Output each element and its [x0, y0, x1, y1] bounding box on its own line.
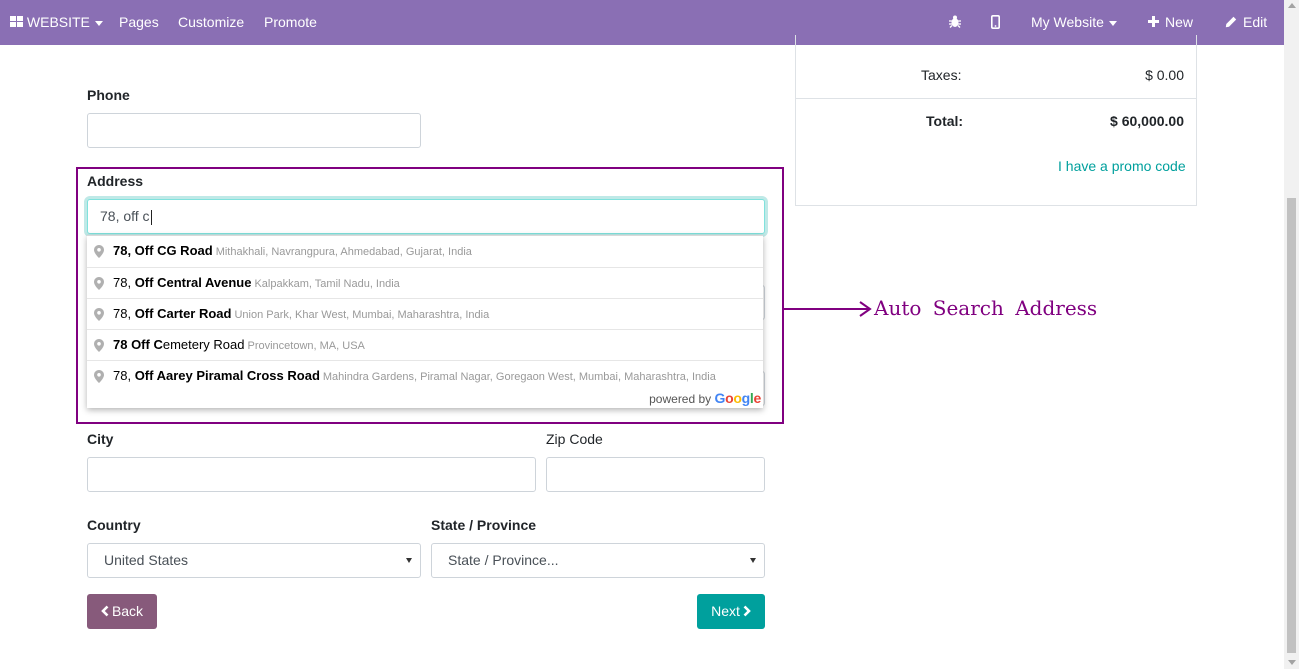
autocomplete-item[interactable]: 78, Off Aarey Piramal Cross Road Mahindra… [87, 360, 763, 391]
map-pin-icon [94, 370, 104, 383]
state-label: State / Province [431, 517, 537, 533]
scroll-down-arrow-icon[interactable] [1288, 660, 1296, 665]
menu-customize[interactable]: Customize [178, 0, 244, 45]
bug-icon [949, 15, 961, 29]
map-pin-icon [94, 277, 104, 290]
menu-pages[interactable]: Pages [119, 0, 159, 45]
item-prefix: 78, [113, 368, 135, 383]
taxes-label: Taxes: [921, 67, 962, 83]
grid-icon [10, 16, 23, 28]
back-button-label: Back [111, 603, 144, 619]
chevron-down-icon [94, 20, 103, 26]
website-menu-label: WEBSITE [26, 14, 90, 30]
website-menu[interactable]: WEBSITE [10, 0, 103, 45]
summary-divider [796, 98, 1196, 99]
promo-code-link[interactable]: I have a promo code [1058, 158, 1186, 174]
chevron-right-icon [743, 605, 751, 617]
item-match: 78 Off C [113, 337, 163, 352]
taxes-value: $ 0.00 [1145, 67, 1184, 83]
total-value: $ 60,000.00 [1110, 113, 1184, 129]
item-prefix: 78, [113, 306, 135, 321]
google-logo: Google [714, 390, 762, 406]
map-pin-icon [94, 308, 104, 321]
phone-field[interactable] [87, 113, 421, 148]
scrollbar-thumb[interactable] [1287, 198, 1296, 653]
state-select-value: State / Province... [448, 552, 559, 568]
address-field-value: 78, off c [100, 208, 150, 224]
item-secondary: Provincetown, MA, USA [247, 340, 365, 352]
item-match: Off Aarey Piramal Cross Road [134, 368, 320, 383]
powered-by-text: powered by [649, 392, 712, 406]
autocomplete-item[interactable]: 78, Off CG Road Mithakhali, Navrangpura, … [87, 236, 763, 267]
total-label: Total: [926, 113, 964, 129]
autocomplete-item[interactable]: 78 Off Cemetery Road Provincetown, MA, US… [87, 329, 763, 360]
chevron-down-icon [1108, 20, 1117, 26]
mobile-icon [991, 14, 1001, 29]
item-rest: emetery Road [162, 337, 245, 352]
autocomplete-item[interactable]: 78, Off Central Avenue Kalpakkam, Tamil N… [87, 267, 763, 298]
menu-promote[interactable]: Promote [264, 0, 317, 45]
pencil-icon [1225, 16, 1237, 27]
item-match: 78, Off CG Road [113, 243, 213, 258]
back-button[interactable]: Back [87, 594, 157, 629]
address-field[interactable]: 78, off c [87, 199, 765, 234]
edit-button-label: Edit [1243, 14, 1268, 30]
next-button-label: Next [711, 603, 740, 619]
city-field[interactable] [87, 457, 536, 492]
item-prefix: 78, [113, 275, 135, 290]
country-select[interactable]: United States [87, 543, 421, 578]
country-label: Country [87, 517, 141, 533]
site-selector-label: My Website [1031, 14, 1104, 30]
plus-icon [1148, 16, 1159, 28]
map-pin-icon [94, 245, 104, 258]
item-match: Off Central Avenue [134, 275, 252, 290]
new-button-label: New [1165, 14, 1194, 30]
annotation-text: Auto Search Address [874, 296, 1098, 320]
item-secondary: Union Park, Khar West, Mumbai, Maharasht… [234, 309, 490, 321]
item-secondary: Mithakhali, Navrangpura, Ahmedabad, Guja… [215, 246, 472, 258]
annotation-arrow [784, 301, 872, 317]
phone-label: Phone [87, 87, 130, 103]
powered-by-google: powered by Google [649, 390, 761, 406]
item-match: Off Carter Road [134, 306, 232, 321]
caret-down-icon [406, 558, 412, 563]
country-select-value: United States [104, 552, 189, 568]
next-button[interactable]: Next [697, 594, 765, 629]
item-secondary: Mahindra Gardens, Piramal Nagar, Goregao… [322, 371, 716, 383]
city-label: City [87, 431, 114, 447]
caret-down-icon [750, 558, 756, 563]
chevron-left-icon [101, 605, 109, 617]
scroll-up-arrow-icon[interactable] [1288, 3, 1296, 8]
state-select[interactable]: State / Province... [431, 543, 765, 578]
edit-button[interactable]: Edit [1225, 0, 1267, 45]
zip-field[interactable] [546, 457, 765, 492]
address-label: Address [87, 173, 144, 189]
zip-label: Zip Code [546, 431, 603, 447]
item-secondary: Kalpakkam, Tamil Nadu, India [254, 278, 400, 290]
autocomplete-item[interactable]: 78, Off Carter Road Union Park, Khar West… [87, 298, 763, 329]
text-cursor [150, 209, 152, 225]
map-pin-icon [94, 339, 104, 352]
address-autocomplete-dropdown: 78, Off CG Road Mithakhali, Navrangpura, … [87, 235, 763, 408]
